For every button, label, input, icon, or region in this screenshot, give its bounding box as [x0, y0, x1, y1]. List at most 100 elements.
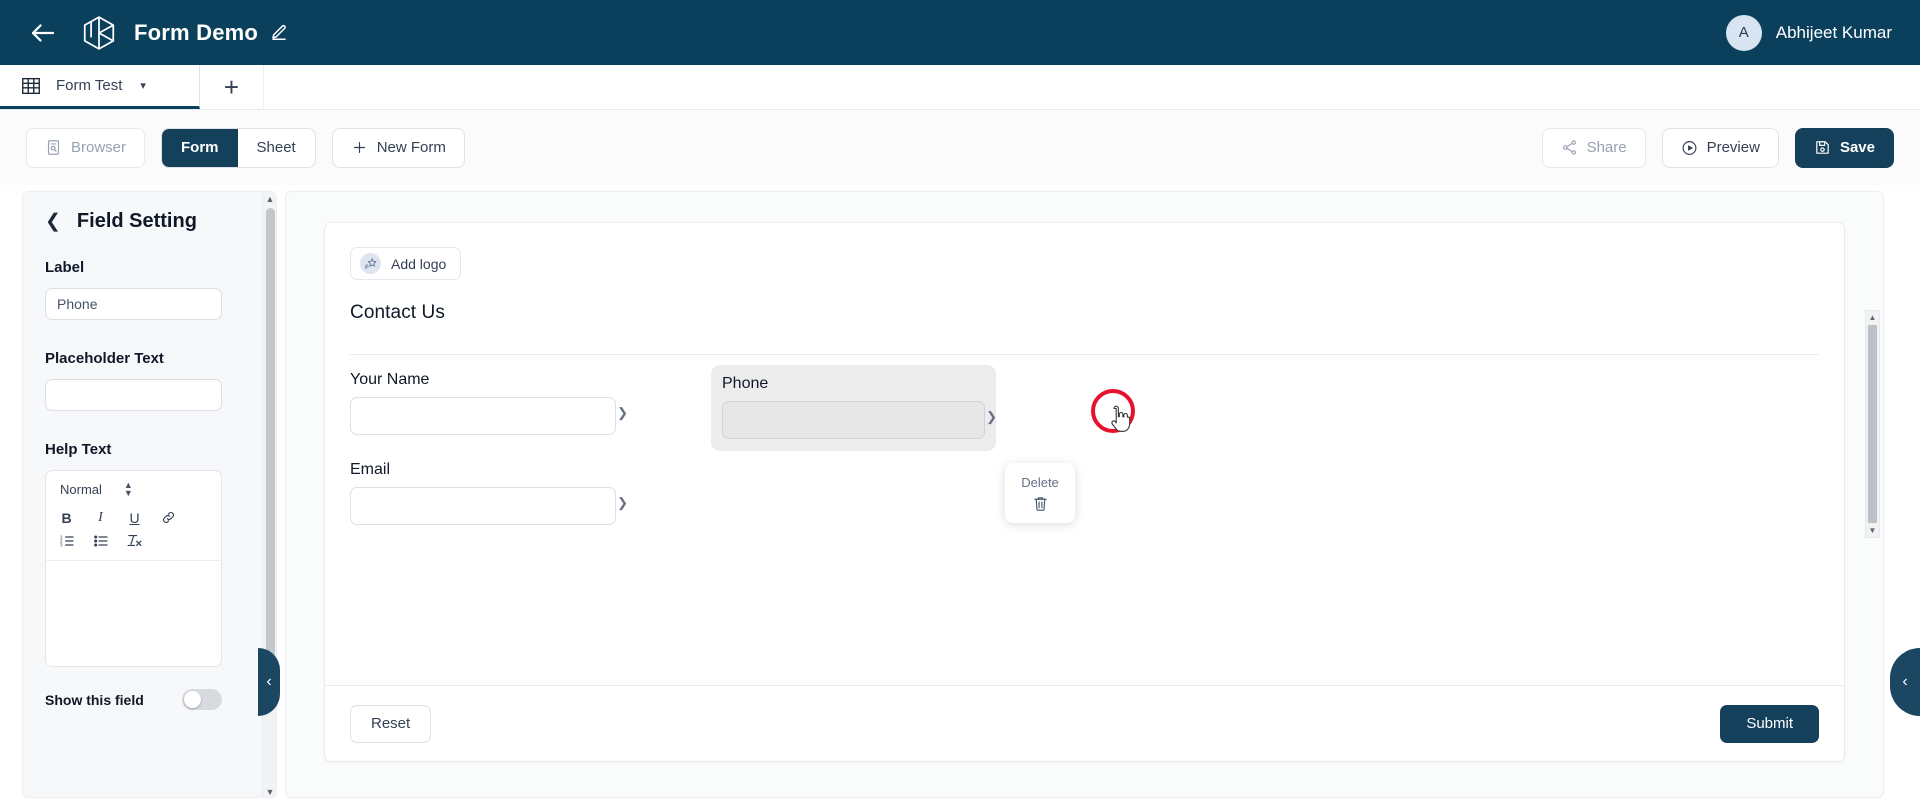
chevron-right-icon[interactable]: ❯ [617, 495, 628, 511]
label-input[interactable] [45, 288, 222, 320]
preview-button-label: Preview [1706, 139, 1760, 156]
placeholder-heading: Placeholder Text [45, 350, 164, 367]
field-input[interactable] [722, 401, 985, 439]
scroll-down-arrow[interactable]: ▼ [263, 785, 276, 797]
field-label: Your Name [350, 371, 430, 388]
ordered-list-icon[interactable]: 1 2 3 [58, 532, 75, 549]
italic-button[interactable]: I [92, 509, 109, 526]
field-label: Phone [722, 375, 769, 392]
scroll-thumb[interactable] [266, 208, 275, 673]
canvas-scroll-thumb[interactable] [1868, 325, 1877, 523]
right-panel-collapse-handle[interactable]: ‹ [1890, 648, 1920, 716]
submit-button[interactable]: Submit [1720, 704, 1819, 743]
clear-format-icon[interactable] [126, 532, 143, 549]
tab-sheet[interactable]: Sheet [238, 129, 315, 167]
chevron-right-icon[interactable]: ❯ [986, 409, 997, 425]
editor-toolbar: Browser Form Sheet New Form Share Previe… [0, 110, 1920, 185]
share-button[interactable]: Share [1541, 127, 1646, 168]
browser-button[interactable]: Browser [26, 127, 146, 168]
scroll-up-arrow[interactable]: ▲ [263, 192, 276, 206]
sheet-tab-label: Form Test [56, 77, 123, 94]
field-input[interactable] [350, 487, 616, 525]
add-sheet-button[interactable]: + [200, 65, 264, 109]
browser-button-label: Browser [71, 139, 127, 156]
canvas-scroll-up-arrow[interactable]: ▲ [1866, 311, 1879, 324]
placeholder-input[interactable] [45, 379, 222, 411]
form-header: Add logo Contact Us [325, 223, 1844, 355]
cube-logo-icon [80, 14, 118, 52]
field-label: Email [350, 461, 391, 478]
bold-button[interactable]: B [58, 509, 75, 526]
label-heading: Label [45, 259, 85, 276]
svg-text:3: 3 [60, 542, 63, 547]
trash-icon[interactable] [1032, 495, 1049, 512]
floppy-disk-icon [1814, 139, 1831, 156]
plus-icon [351, 139, 368, 156]
help-text-editor-toolbar: Normal ▲ ▼ B I U 1 2 3 [46, 471, 221, 561]
form-fields-area: Your Name ❯ Email ❯ Phone ❯ Delete [325, 355, 1844, 655]
field-input[interactable] [350, 397, 616, 435]
back-arrow-icon[interactable] [28, 18, 58, 48]
user-menu[interactable]: A Abhijeet Kumar [1725, 14, 1892, 51]
pencil-icon[interactable] [270, 24, 288, 42]
table-grid-icon [20, 75, 42, 97]
editor-style-row: B I U [56, 506, 211, 529]
tab-form[interactable]: Form [162, 128, 238, 167]
help-text-editor-body[interactable] [46, 561, 221, 666]
mouse-cursor-pointer [1107, 405, 1131, 435]
add-logo-button[interactable]: Add logo [350, 247, 462, 280]
form-field-your-name[interactable]: Your Name ❯ [350, 371, 628, 435]
form-field-email[interactable]: Email ❯ [350, 461, 628, 525]
sheet-tab-form-test[interactable]: Form Test ▾ [0, 65, 200, 109]
format-select[interactable]: Normal ▲ ▼ [56, 479, 137, 499]
chevron-down-icon[interactable]: ▾ [140, 79, 146, 92]
bullet-list-icon[interactable] [92, 532, 109, 549]
sheet-tab-strip: Form Test ▾ + [0, 65, 1920, 110]
save-button-label: Save [1839, 139, 1875, 156]
preview-button[interactable]: Preview [1661, 127, 1779, 168]
form-footer: Reset Submit [325, 685, 1844, 761]
form-canvas-scrollbar[interactable]: ▲ ▼ [1865, 310, 1880, 538]
form-preview-card: Add logo Contact Us Your Name ❯ Email ❯ … [324, 222, 1845, 762]
help-text-editor: Normal ▲ ▼ B I U 1 2 3 [45, 470, 222, 667]
play-circle-icon [1681, 139, 1698, 156]
form-title[interactable]: Contact Us [350, 302, 1819, 324]
canvas-scroll-down-arrow[interactable]: ▼ [1866, 524, 1879, 537]
new-form-button-label: New Form [376, 139, 446, 156]
field-setting-content: ❮ Field Setting Label Placeholder Text H… [23, 192, 261, 710]
editor-format-row: Normal ▲ ▼ [56, 479, 211, 499]
show-this-field-toggle[interactable] [182, 689, 222, 710]
help-text-heading: Help Text [45, 441, 112, 458]
shooting-star-icon [360, 253, 381, 274]
form-canvas: Add logo Contact Us Your Name ❯ Email ❯ … [285, 191, 1884, 798]
share-icon [1561, 139, 1578, 156]
chevron-right-icon[interactable]: ❯ [617, 405, 628, 421]
toggle-knob [184, 691, 201, 708]
chevron-left-icon[interactable]: ❮ [45, 212, 61, 231]
reset-button[interactable]: Reset [350, 704, 432, 743]
updown-caret-icon: ▲ ▼ [123, 480, 133, 498]
field-setting-header: ❮ Field Setting [45, 210, 239, 233]
field-setting-panel: ❮ Field Setting Label Placeholder Text H… [22, 191, 277, 798]
save-button[interactable]: Save [1794, 127, 1894, 168]
user-name: Abhijeet Kumar [1775, 22, 1892, 42]
editor-list-row: 1 2 3 [56, 529, 211, 552]
top-bar: Form Demo A Abhijeet Kumar [0, 0, 1920, 65]
form-field-phone-selected[interactable]: Phone ❯ [711, 365, 1135, 451]
add-logo-label: Add logo [391, 255, 447, 272]
share-button-label: Share [1586, 139, 1627, 156]
workspace: ❮ Field Setting Label Placeholder Text H… [0, 185, 1920, 800]
show-this-field-label: Show this field [45, 691, 144, 708]
tabstrip-filler [264, 65, 1920, 109]
show-this-field-row: Show this field [45, 689, 222, 710]
field-setting-title: Field Setting [76, 210, 197, 232]
link-icon[interactable] [160, 509, 177, 526]
page-title: Form Demo [134, 19, 259, 45]
avatar: A [1725, 14, 1762, 51]
delete-tooltip-label: Delete [1021, 474, 1059, 490]
format-select-value: Normal [60, 481, 102, 497]
underline-button[interactable]: U [126, 509, 143, 526]
new-form-button[interactable]: New Form [331, 127, 465, 168]
